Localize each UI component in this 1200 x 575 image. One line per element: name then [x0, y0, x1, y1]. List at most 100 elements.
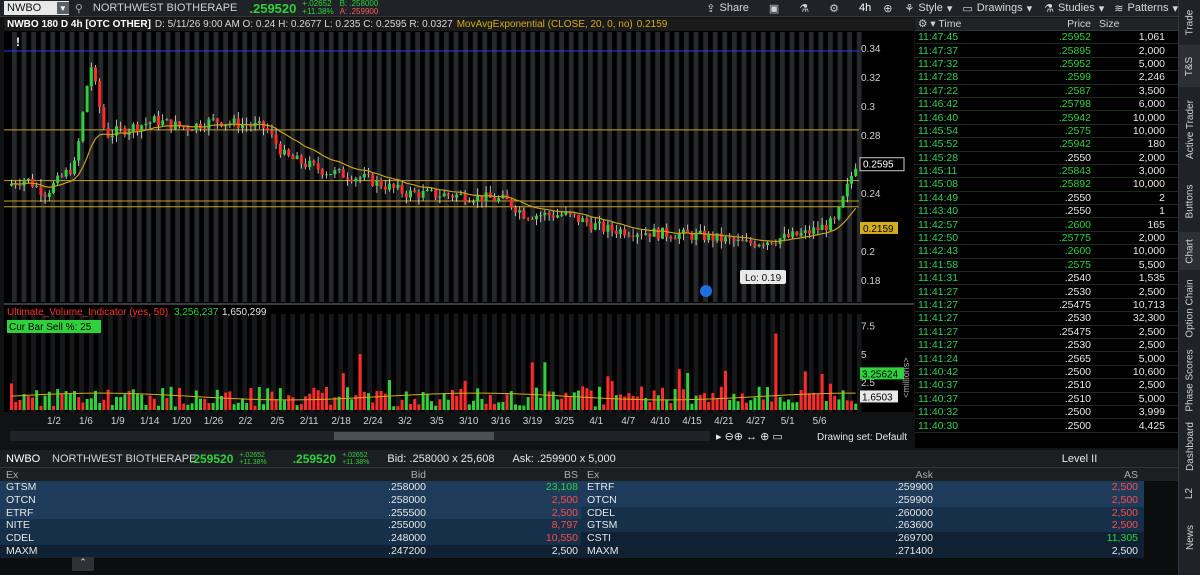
l2-ex2-header[interactable]: Ex	[581, 469, 751, 481]
share-icon: ⇪	[706, 2, 716, 15]
nav-tab-option-chain[interactable]: Option Chain	[1179, 272, 1200, 344]
candle-body	[43, 194, 47, 198]
candle-body	[358, 177, 362, 179]
candle-body	[677, 233, 681, 240]
candle-body	[299, 155, 303, 164]
ts-cell-size: 2,500	[1138, 379, 1165, 392]
volume-bar	[808, 393, 811, 410]
ts-cell-time: 11:45:11	[918, 165, 958, 178]
ts-cell-time: 11:41:24	[918, 352, 959, 365]
volume-bar	[320, 392, 324, 410]
l2-change2: +.02652 +11.38%	[342, 452, 369, 466]
ts-cell-time: 11:47:22	[918, 84, 959, 97]
candle-body	[757, 244, 761, 247]
ts-cell-price: .25942	[1058, 111, 1091, 124]
volume-bar	[85, 398, 89, 410]
candle-body	[627, 235, 631, 237]
session-shade	[60, 32, 65, 302]
nav-tab-active-trader[interactable]: Active Trader	[1179, 88, 1200, 170]
price-chart[interactable]: 0.34 0.32 0.3 0.28 0.24 0.2 0.18 0.2595 0.2159 Lo…	[4, 18, 914, 448]
candle-body	[388, 183, 391, 190]
session-shade	[684, 32, 689, 302]
l2-symbol[interactable]: NWBO	[6, 453, 44, 465]
l2-cell: .271400	[751, 544, 937, 558]
nav-tab-phase-scores[interactable]: Phase Scores	[1179, 346, 1200, 414]
l2-ask-header[interactable]: Ask	[751, 469, 937, 481]
session-shade	[252, 32, 257, 302]
volume-bar	[224, 392, 228, 410]
candle-body	[304, 163, 307, 168]
ts-cell-price: .25475	[1058, 325, 1091, 338]
session-shade	[799, 32, 804, 302]
style-button[interactable]: ⚘ Style ▾	[905, 2, 953, 15]
nav-tab-t-s[interactable]: T&S	[1179, 45, 1200, 87]
ts-settings[interactable]: ⚙ ▾ Time	[915, 18, 975, 30]
session-shade	[511, 32, 516, 302]
volume-bar	[568, 397, 572, 410]
volume-unit-label: <millions>	[901, 357, 911, 398]
nav-tab-l2[interactable]: L2	[1179, 478, 1200, 508]
volume-bar	[438, 399, 442, 410]
l2-as-header[interactable]: AS	[937, 469, 1144, 481]
l2-row[interactable]: GTSM .258000 23,108 ETRF .259900 2,500	[0, 481, 1178, 494]
candle-body	[283, 149, 286, 155]
zoom-controls-icon[interactable]: ▸ ⊖⊕ ↔ ⊕ ▭	[716, 431, 783, 443]
session-shade	[578, 32, 584, 302]
volume-value-1: 3,256,237	[174, 307, 219, 318]
l2-row[interactable]: ETRF .255500 2,500 CDEL .260000 2,500	[0, 506, 1178, 520]
volume-bar	[409, 404, 412, 410]
l2-cell: 2,500	[430, 544, 581, 558]
volume-bar	[110, 405, 114, 410]
l2-row[interactable]: OTCN .258000 2,500 OTCN .259900 2,500	[0, 493, 1178, 507]
nav-tab-chart[interactable]: Chart	[1179, 232, 1200, 270]
nav-tab-trade[interactable]: Trade	[1179, 2, 1200, 42]
expand-icon[interactable]: ⌃	[72, 557, 94, 571]
link-icon[interactable]: ⚲	[75, 2, 83, 15]
ts-cell-price: .2500	[1064, 406, 1091, 419]
l2-ex-header[interactable]: Ex	[0, 469, 100, 481]
chevron-down-icon[interactable]: ▼	[56, 2, 69, 14]
period-selector[interactable]: 4h	[859, 2, 871, 14]
calendar-icon[interactable]: ▣	[769, 2, 779, 15]
nav-tab-dashboard[interactable]: Dashboard	[1179, 416, 1200, 476]
pct-change: +11.38%	[302, 7, 334, 16]
l2-row[interactable]: NITE .255000 8,797 GTSM .263600 2,500	[0, 519, 1178, 533]
patterns-button[interactable]: ≋ Patterns ▾	[1114, 2, 1178, 15]
candle-body	[81, 112, 85, 142]
ts-cell-size: 4,425	[1138, 419, 1165, 432]
volume-bar	[803, 371, 807, 410]
studies-button[interactable]: ⚗ Studies ▾	[1044, 2, 1104, 15]
flask-icon[interactable]: ⚗	[799, 2, 809, 15]
session-shade	[837, 32, 843, 302]
symbol-input[interactable]: NWBO ▼	[4, 1, 69, 15]
crosshair-icon[interactable]: ⊕	[883, 2, 892, 15]
l2-cell: 11,305	[937, 532, 1144, 545]
volume-bar	[753, 397, 757, 410]
gear-icon[interactable]: ⚙	[829, 2, 839, 15]
l2-bs-header[interactable]: BS	[430, 469, 581, 481]
nav-tab-buttons[interactable]: Buttons	[1179, 172, 1200, 230]
candle-body	[94, 67, 97, 82]
volume-bar	[169, 386, 173, 410]
chart-canvas[interactable]: 0.34 0.32 0.3 0.28 0.24 0.2 0.18 0.2595 0.2159 Lo…	[4, 18, 914, 448]
candle-body	[35, 185, 39, 187]
l2-bid-header[interactable]: Bid	[100, 469, 430, 481]
volume-bar	[362, 391, 366, 410]
share-button[interactable]: ⇪ Share	[706, 2, 749, 15]
drawings-button[interactable]: ▭ Drawings ▾	[962, 2, 1032, 15]
l2-cell: NITE	[0, 519, 100, 533]
warning-icon: !	[16, 35, 20, 49]
session-shade	[136, 32, 142, 302]
candle-body	[207, 119, 211, 129]
session-shade	[501, 32, 507, 302]
ts-cell-time: 11:44:49	[918, 191, 959, 204]
ts-cell-size: 1,535	[1138, 272, 1165, 285]
l2-row[interactable]: MAXM .247200 2,500 MAXM .271400 2,500	[0, 544, 1178, 558]
candle-body	[312, 160, 316, 164]
date-tick: 1/6	[79, 416, 93, 427]
candle-body	[417, 192, 421, 198]
candle-body	[833, 218, 837, 220]
l2-row[interactable]: CDEL .248000 10,550 CSTI .269700 11,305	[0, 532, 1178, 545]
ts-cell-size: 2,500	[1138, 325, 1165, 338]
nav-tab-news[interactable]: News	[1179, 510, 1200, 565]
